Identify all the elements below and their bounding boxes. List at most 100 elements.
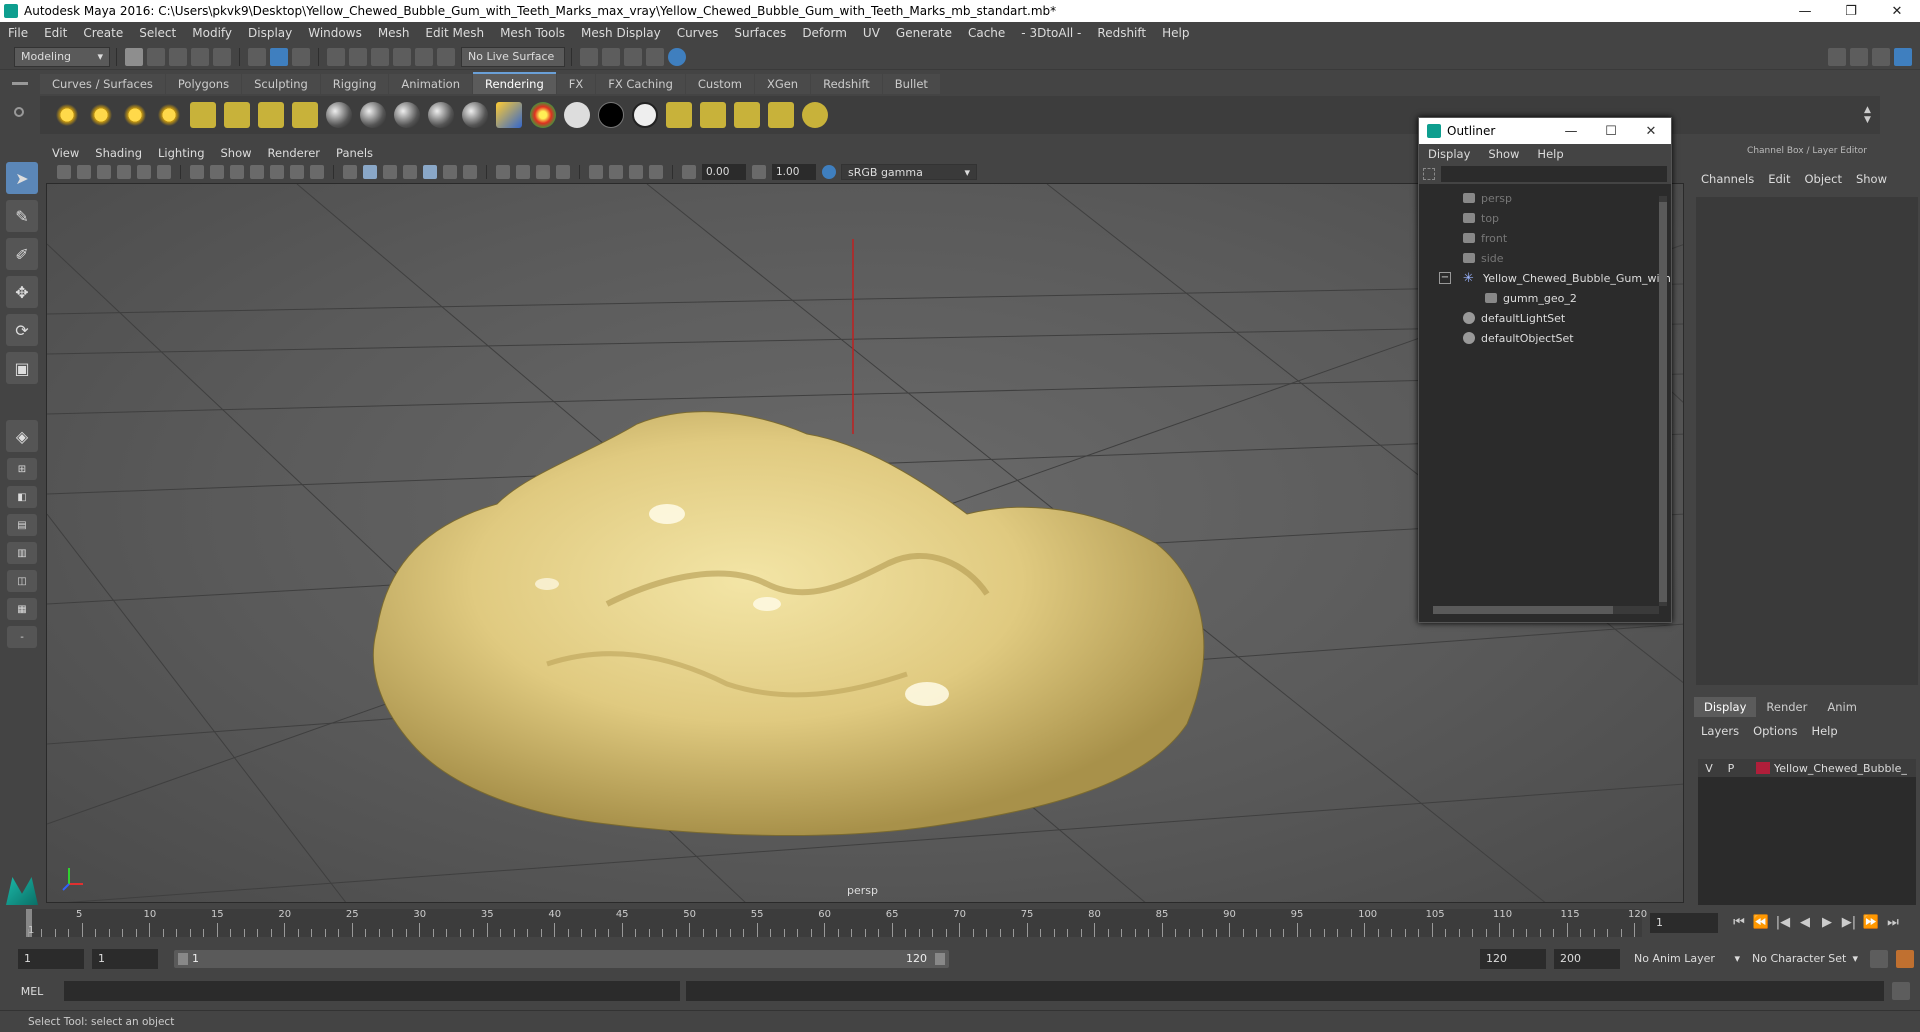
animation-start-field[interactable]: 1: [18, 949, 84, 969]
snap-view-icon[interactable]: [393, 47, 411, 66]
menu-deform[interactable]: Deform: [794, 26, 855, 40]
menu-uv[interactable]: UV: [855, 26, 888, 40]
save-scene-icon[interactable]: [169, 47, 187, 66]
wireframe-on-shaded-icon[interactable]: [383, 165, 397, 179]
persp-graph-layout-icon[interactable]: ▤: [7, 514, 37, 536]
shadows-icon[interactable]: [463, 165, 477, 179]
outliner-horizontal-scrollbar[interactable]: [1433, 606, 1659, 614]
shelf-tab-curves-surfaces[interactable]: Curves / Surfaces: [40, 74, 165, 94]
step-forward-key-icon[interactable]: ▶|: [1838, 913, 1860, 933]
menu-display[interactable]: Display: [240, 26, 300, 40]
viewport-menu-lighting[interactable]: Lighting: [150, 146, 212, 160]
step-back-key-icon[interactable]: |◀: [1772, 913, 1794, 933]
menu-mesh-display[interactable]: Mesh Display: [573, 26, 669, 40]
layer-tab-render[interactable]: Render: [1756, 697, 1817, 717]
channel-menu-show[interactable]: Show: [1849, 172, 1894, 186]
field-chart-icon[interactable]: [270, 165, 284, 179]
viewport-menu-panels[interactable]: Panels: [328, 146, 381, 160]
menu-help[interactable]: Help: [1154, 26, 1197, 40]
bookmark-icon[interactable]: [97, 165, 111, 179]
range-start-handle[interactable]: [178, 953, 188, 965]
scale-tool-icon[interactable]: ▣: [6, 352, 38, 384]
outliner-vertical-scrollbar[interactable]: [1659, 196, 1667, 606]
phonge-material-icon[interactable]: [428, 102, 454, 128]
viewport-menu-view[interactable]: View: [44, 146, 87, 160]
resolution-gate-icon[interactable]: [230, 165, 244, 179]
menu-generate[interactable]: Generate: [888, 26, 960, 40]
outliner-item-top[interactable]: top: [1419, 208, 1671, 228]
shelf-tab-rigging[interactable]: Rigging: [320, 74, 389, 94]
render-sequence-icon[interactable]: [666, 102, 692, 128]
menu-windows[interactable]: Windows: [300, 26, 370, 40]
persp-outliner-layout-icon[interactable]: ◧: [7, 486, 37, 508]
uv-editor-layout-icon[interactable]: ◫: [7, 570, 37, 592]
menu-create[interactable]: Create: [75, 26, 131, 40]
point-light-icon[interactable]: [122, 102, 148, 128]
viewport-menu-shading[interactable]: Shading: [87, 146, 150, 160]
outliner-minimize-button[interactable]: —: [1551, 124, 1591, 139]
hud-icon[interactable]: [649, 165, 663, 179]
play-backward-icon[interactable]: ◀: [1794, 913, 1816, 933]
layer-menu-layers[interactable]: Layers: [1694, 724, 1746, 738]
shelf-tab-redshift[interactable]: Redshift: [811, 74, 882, 94]
menu-redshift[interactable]: Redshift: [1089, 26, 1154, 40]
layer-menu-options[interactable]: Options: [1746, 724, 1804, 738]
render-view-icon[interactable]: [580, 47, 598, 66]
snap-curve-icon[interactable]: [349, 47, 367, 66]
layer-playback-toggle[interactable]: P: [1720, 762, 1742, 775]
undo-icon[interactable]: [191, 47, 209, 66]
outliner-menu-help[interactable]: Help: [1528, 147, 1572, 161]
workspace-icon[interactable]: [1828, 47, 1846, 66]
gamma-field[interactable]: 1.00: [772, 164, 816, 180]
wireframe-icon[interactable]: [343, 165, 357, 179]
outliner-item-gumm-geo-2[interactable]: gumm_geo_2: [1419, 288, 1671, 308]
volume-light-icon[interactable]: [224, 102, 250, 128]
menu-modify[interactable]: Modify: [184, 26, 240, 40]
menu-surfaces[interactable]: Surfaces: [726, 26, 794, 40]
shelf-tab-xgen[interactable]: XGen: [754, 74, 811, 94]
render-pass-icon[interactable]: [768, 102, 794, 128]
use-background-icon[interactable]: [598, 102, 624, 128]
outliner-item-yellow-chewed-bubble-gum-with[interactable]: − ✳ Yellow_Chewed_Bubble_Gum_with: [1419, 268, 1671, 288]
paint-select-tool-icon[interactable]: ✐: [6, 238, 38, 270]
shelf-menu-icon[interactable]: [12, 82, 28, 85]
menu-file[interactable]: File: [0, 26, 36, 40]
render-settings-icon[interactable]: [646, 47, 664, 66]
animation-end-field[interactable]: 200: [1554, 949, 1620, 969]
four-view-layout-icon[interactable]: ⊞: [7, 458, 37, 480]
channel-box-area[interactable]: [1696, 197, 1918, 685]
phong-material-icon[interactable]: [394, 102, 420, 128]
go-to-start-icon[interactable]: ⏮: [1728, 913, 1750, 933]
toolbar-toggle-icon[interactable]: [1872, 47, 1890, 66]
batch-render-icon[interactable]: [700, 102, 726, 128]
filter-icon[interactable]: [1423, 168, 1435, 180]
animation-preferences-icon[interactable]: [1896, 950, 1914, 968]
depth-of-field-icon[interactable]: [556, 165, 570, 179]
layer-color-swatch[interactable]: [1756, 762, 1770, 774]
surface-shader-icon[interactable]: [564, 102, 590, 128]
shelf-tab-bullet[interactable]: Bullet: [882, 74, 940, 94]
shading-map-icon[interactable]: [632, 102, 658, 128]
channel-menu-channels[interactable]: Channels: [1694, 172, 1761, 186]
channel-menu-edit[interactable]: Edit: [1761, 172, 1797, 186]
single-perspective-layout-icon[interactable]: ◈: [6, 420, 38, 452]
outliner-item-defaultlightset[interactable]: defaultLightSet: [1419, 308, 1671, 328]
outliner-item-front[interactable]: front: [1419, 228, 1671, 248]
menu-curves[interactable]: Curves: [669, 26, 727, 40]
motion-blur-icon[interactable]: [516, 165, 530, 179]
range-bar[interactable]: 1 120: [174, 950, 949, 968]
menu-select[interactable]: Select: [131, 26, 184, 40]
current-frame-field[interactable]: 1: [1650, 913, 1718, 933]
anim-layer-dropdown[interactable]: No Anim Layer ▾: [1628, 949, 1746, 969]
maximize-button[interactable]: ❐: [1828, 0, 1874, 22]
safe-action-icon[interactable]: [290, 165, 304, 179]
light-editor-icon[interactable]: [292, 102, 318, 128]
hypershade-icon[interactable]: [668, 47, 686, 66]
character-set-dropdown[interactable]: No Character Set ▾: [1746, 949, 1864, 969]
render-frame-icon[interactable]: [602, 47, 620, 66]
viewport-menu-show[interactable]: Show: [213, 146, 260, 160]
outliner-menu-display[interactable]: Display: [1419, 147, 1479, 161]
shelf-tab-polygons[interactable]: Polygons: [165, 74, 242, 94]
outliner-maximize-button[interactable]: ☐: [1591, 124, 1631, 139]
ambient-light-icon[interactable]: [54, 102, 80, 128]
